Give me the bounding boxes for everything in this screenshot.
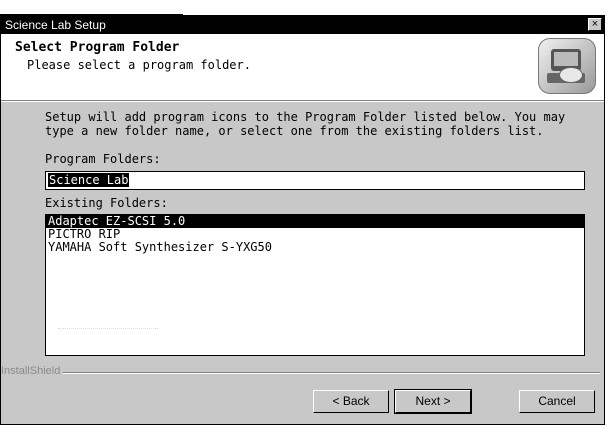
installshield-brand: InstallShield (1, 365, 61, 377)
program-folder-value: Science Lab (48, 173, 130, 187)
list-item[interactable]: Adaptec EZ-SCSI 5.0 (46, 215, 584, 228)
setup-computer-icon (538, 38, 596, 94)
instructions-text: Setup will add program icons to the Prog… (45, 110, 566, 138)
header-subtitle: Please select a program folder. (27, 58, 251, 72)
next-button[interactable]: Next > (394, 389, 472, 414)
program-folders-label: Program Folders: (45, 152, 161, 166)
title-bar: Science Lab Setup × (1, 16, 604, 34)
top-tab-strip (0, 0, 183, 16)
footer-separator (63, 372, 600, 374)
list-item[interactable]: YAMAHA Soft Synthesizer S-YXG50 (46, 241, 584, 254)
faded-divider (58, 328, 158, 329)
existing-folders-label: Existing Folders: (45, 196, 168, 210)
program-folder-input[interactable]: Science Lab (45, 171, 585, 190)
cancel-button[interactable]: Cancel (519, 390, 595, 413)
setup-window: Science Lab Setup × Select Program Folde… (0, 15, 605, 425)
back-button[interactable]: < Back (313, 390, 389, 413)
header-separator (1, 100, 604, 102)
dialog-header: Select Program Folder Please select a pr… (1, 34, 604, 100)
close-button[interactable]: × (588, 18, 602, 31)
header-title: Select Program Folder (15, 40, 180, 55)
window-title: Science Lab Setup (5, 18, 106, 32)
existing-folders-list[interactable]: Adaptec EZ-SCSI 5.0 PICTRO RIP YAMAHA So… (45, 214, 585, 356)
